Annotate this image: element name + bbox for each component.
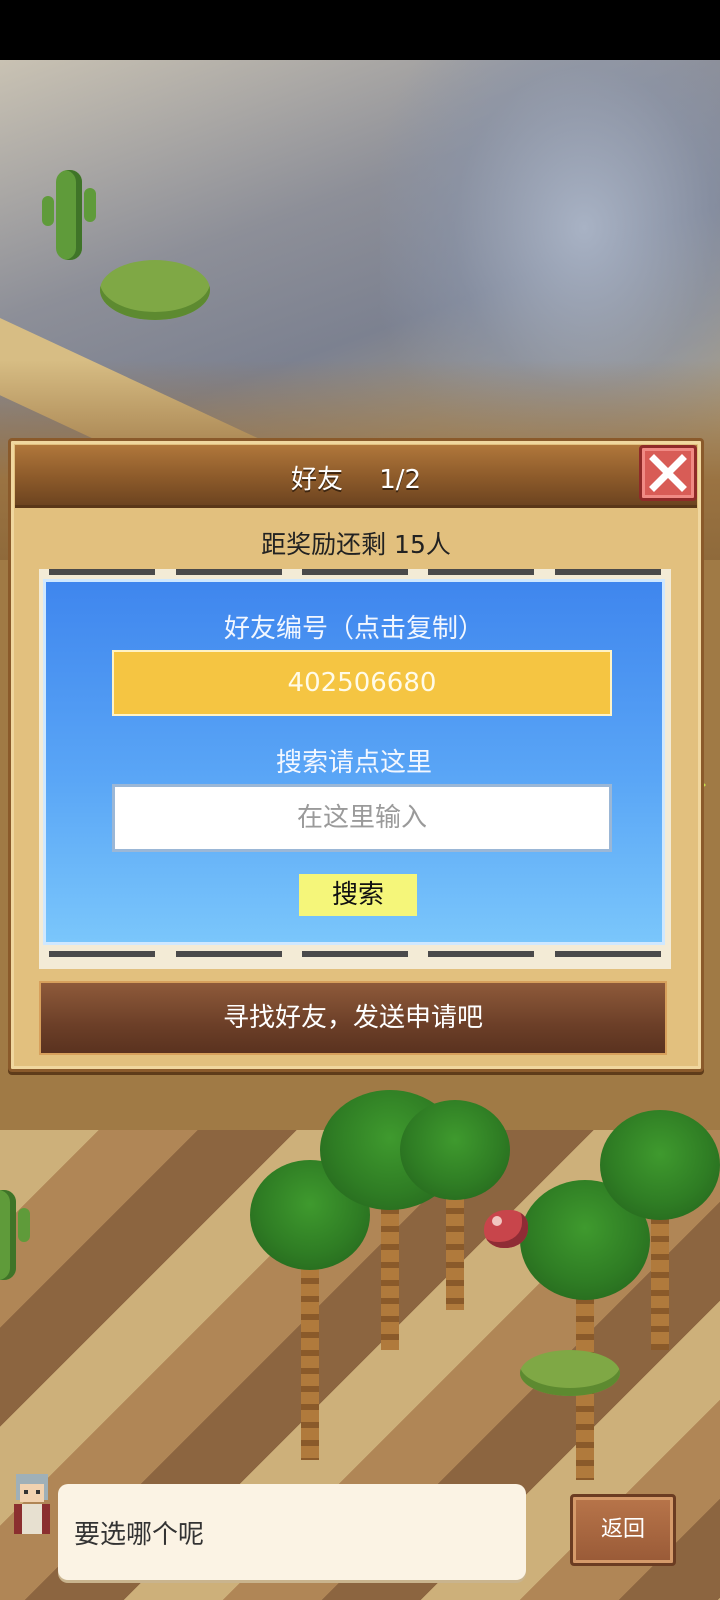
search-input[interactable]: 在这里输入: [112, 784, 612, 852]
palm-tree: [400, 1100, 510, 1310]
status-bar: [0, 0, 720, 60]
frame-ticks-bottom: [39, 951, 671, 959]
close-icon: [649, 454, 687, 492]
flower-bush: [100, 260, 210, 320]
character-avatar: [14, 1474, 50, 1534]
cactus-left: [0, 1190, 30, 1280]
friend-card: 好友编号（点击复制） 402506680 搜索请点这里 在这里输入 搜索: [43, 579, 665, 945]
friend-id-label: 好友编号（点击复制）: [223, 614, 484, 644]
dialog-bubble: 要选哪个呢: [58, 1484, 526, 1580]
back-button[interactable]: 返回: [570, 1494, 676, 1566]
panel-title: 好友 1/2: [15, 459, 697, 496]
panel-header: 好友 1/2: [15, 445, 697, 508]
reward-remaining-text: 距奖励还剩 15人: [261, 530, 451, 559]
page-indicator: 1/2: [379, 465, 422, 495]
dialog-message: 要选哪个呢: [74, 1520, 205, 1550]
friend-card-frame: 好友编号（点击复制） 402506680 搜索请点这里 在这里输入 搜索: [39, 569, 671, 969]
frame-ticks-top: [39, 569, 671, 577]
search-label: 搜索请点这里: [275, 748, 432, 778]
friend-id-copy-box[interactable]: 402506680: [112, 650, 612, 716]
friend-panel: 好友 1/2 距奖励还剩 15人 好友编号（点击复制） 402506680 搜索…: [8, 438, 704, 1072]
search-button[interactable]: 搜索: [299, 874, 417, 916]
palm-tree: [600, 1110, 720, 1350]
panel-title-text: 好友: [290, 465, 343, 495]
close-button[interactable]: [639, 445, 697, 501]
find-friends-hint[interactable]: 寻找好友，发送申请吧: [39, 981, 667, 1055]
cactus: [42, 170, 96, 260]
flower-bush: [520, 1350, 620, 1396]
meat-item[interactable]: [484, 1210, 528, 1248]
